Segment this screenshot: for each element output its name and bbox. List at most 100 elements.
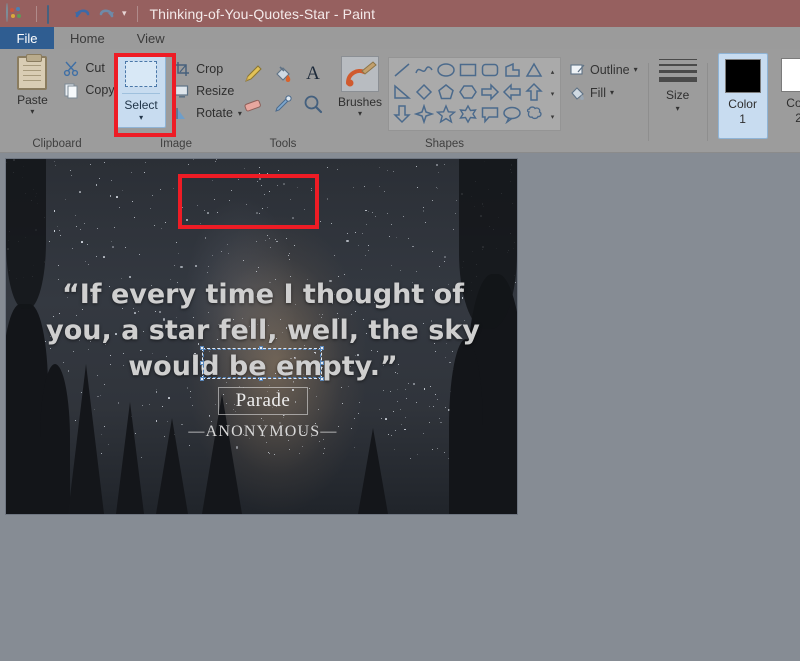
group-label-image: Image bbox=[160, 138, 192, 150]
brushes-button[interactable]: Brushes ▾ bbox=[332, 53, 388, 118]
quick-access-toolbar[interactable]: ▾ bbox=[0, 2, 141, 24]
ribbon-tab-strip: File Home View bbox=[0, 27, 800, 49]
magnifier-icon[interactable] bbox=[302, 93, 324, 115]
ribbon-group-colors: Outline ▾ Fill ▾ Size ▾ Color 1 Co 2 bbox=[561, 49, 800, 153]
four-point-star-shape[interactable] bbox=[413, 103, 435, 129]
title-bar: ▾ Thinking-of-You-Quotes-Star - Paint bbox=[0, 0, 800, 27]
shapes-expand-button[interactable]: ▾ bbox=[547, 106, 558, 127]
copy-button[interactable]: Copy bbox=[63, 79, 115, 101]
save-icon[interactable] bbox=[47, 4, 67, 24]
paste-label: Paste bbox=[17, 93, 48, 107]
fill-caret[interactable]: ▾ bbox=[610, 88, 614, 97]
brush-icon bbox=[341, 56, 379, 92]
image-canvas[interactable]: Parade “If every time I thought of you, … bbox=[5, 158, 518, 515]
select-label: Select bbox=[124, 98, 158, 112]
shapes-scroll-up-button[interactable]: ▴ bbox=[547, 61, 558, 82]
selection-handle-ne[interactable] bbox=[320, 346, 324, 350]
group-label-clipboard: Clipboard bbox=[32, 138, 82, 150]
oval-callout-shape[interactable] bbox=[502, 104, 522, 129]
color-1-index: 1 bbox=[739, 112, 746, 126]
ribbon-group-image: Select ▾ Crop Resize Rotate ▾ Image bbox=[114, 49, 242, 153]
selection-handle-se[interactable] bbox=[320, 377, 324, 381]
outline-button[interactable]: Outline ▾ bbox=[569, 61, 638, 78]
down-arrow-shape[interactable] bbox=[392, 104, 412, 129]
brushes-caret[interactable]: ▾ bbox=[358, 110, 362, 118]
selection-handle-n[interactable] bbox=[259, 346, 263, 350]
tab-home[interactable]: Home bbox=[54, 27, 121, 49]
outline-caret[interactable]: ▾ bbox=[634, 65, 638, 74]
outline-label: Outline bbox=[590, 62, 630, 77]
eraser-icon[interactable] bbox=[242, 93, 264, 115]
undo-icon[interactable] bbox=[74, 6, 91, 21]
clipboard-icon bbox=[17, 54, 48, 90]
color-1-swatch[interactable] bbox=[724, 59, 761, 93]
resize-button[interactable]: Resize bbox=[174, 80, 242, 102]
color-1-label: Color bbox=[728, 97, 757, 111]
size-caret[interactable]: ▾ bbox=[676, 105, 680, 113]
color-picker-icon[interactable] bbox=[272, 93, 294, 115]
six-point-star-shape[interactable] bbox=[458, 104, 478, 129]
fill-with-color-icon[interactable] bbox=[272, 63, 294, 85]
color-2-swatch[interactable] bbox=[780, 58, 800, 92]
outline-icon bbox=[569, 61, 586, 78]
ribbon-group-clipboard: Paste ▾ Cut Copy Clipboard bbox=[0, 49, 115, 153]
fill-button[interactable]: Fill ▾ bbox=[569, 84, 638, 101]
toolbar-separator bbox=[36, 5, 37, 22]
shapes-gallery[interactable]: ▴ ▾ ▾ bbox=[388, 57, 561, 131]
tree-silhouette bbox=[116, 402, 144, 514]
group-label-tools: Tools bbox=[269, 138, 297, 150]
text-icon[interactable]: A bbox=[302, 63, 324, 85]
cut-button[interactable]: Cut bbox=[63, 57, 114, 79]
redo-icon[interactable] bbox=[98, 6, 115, 21]
shapes-scroll-down-button[interactable]: ▾ bbox=[547, 84, 558, 105]
crop-label: Crop bbox=[196, 62, 224, 76]
size-lines-icon bbox=[658, 53, 697, 82]
selection-handle-nw[interactable] bbox=[200, 346, 204, 350]
customize-quick-access-caret[interactable]: ▾ bbox=[122, 9, 127, 18]
pencil-icon[interactable] bbox=[242, 63, 264, 85]
group-label-shapes: Shapes bbox=[424, 138, 464, 150]
scissors-icon bbox=[63, 60, 80, 77]
ribbon-group-shapes: Brushes ▾ ▴ ▾ ▾ Shapes bbox=[328, 49, 561, 153]
selection-handle-sw[interactable] bbox=[200, 377, 204, 381]
rounded-callout-shape[interactable] bbox=[480, 104, 500, 129]
color-2-button[interactable]: Colo 2 bbox=[774, 53, 800, 126]
resize-icon bbox=[174, 83, 191, 100]
canvas-workspace: Parade “If every time I thought of you, … bbox=[0, 153, 800, 661]
five-point-star-shape[interactable] bbox=[435, 103, 457, 129]
selection-handle-e[interactable] bbox=[320, 360, 324, 365]
paste-button[interactable]: Paste ▾ bbox=[5, 53, 59, 116]
selection-handle-w[interactable] bbox=[200, 360, 204, 365]
cloud-callout-shape[interactable] bbox=[524, 104, 544, 129]
fill-label: Fill bbox=[590, 85, 606, 100]
dashed-rectangle-icon bbox=[125, 61, 158, 87]
group-divider-6 bbox=[706, 62, 708, 141]
selection-marquee[interactable] bbox=[200, 346, 324, 381]
watermark: Parade bbox=[218, 387, 308, 415]
size-button[interactable]: Size ▾ bbox=[658, 53, 697, 113]
color-2-index: 2 bbox=[795, 111, 800, 125]
quote-attribution: —ANONYMOUS— bbox=[188, 423, 338, 440]
tab-view[interactable]: View bbox=[121, 27, 181, 49]
resize-label: Resize bbox=[196, 84, 235, 98]
rotate-button[interactable]: Rotate ▾ bbox=[174, 102, 242, 124]
tab-file[interactable]: File bbox=[0, 27, 54, 49]
color-2-label: Colo bbox=[786, 96, 800, 110]
select-button-divider bbox=[122, 93, 161, 94]
ribbon-group-tools: A Tools bbox=[238, 49, 328, 153]
cut-label: Cut bbox=[85, 61, 105, 75]
ribbon: Paste ▾ Cut Copy Clipboard Select ▾ Crop… bbox=[0, 49, 800, 153]
brushes-label: Brushes bbox=[337, 95, 383, 109]
selection-handle-s[interactable] bbox=[259, 377, 263, 381]
select-caret[interactable]: ▾ bbox=[139, 114, 143, 122]
select-tool-button[interactable]: Select ▾ bbox=[116, 54, 167, 128]
window-title: Thinking-of-You-Quotes-Star - Paint bbox=[149, 5, 376, 22]
color-1-button[interactable]: Color 1 bbox=[717, 53, 768, 139]
copy-icon bbox=[63, 82, 80, 99]
size-label: Size bbox=[665, 88, 690, 102]
crop-icon bbox=[174, 61, 191, 78]
crop-button[interactable]: Crop bbox=[174, 58, 242, 80]
paint-palette-icon[interactable] bbox=[6, 2, 26, 24]
paste-caret[interactable]: ▾ bbox=[30, 108, 34, 116]
rotate-label: Rotate bbox=[196, 106, 233, 120]
